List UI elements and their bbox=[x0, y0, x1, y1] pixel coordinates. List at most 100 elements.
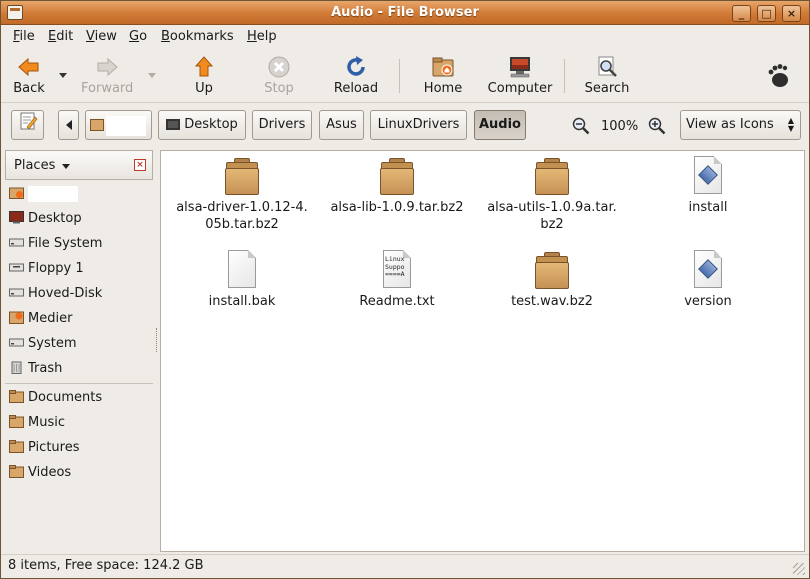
home-button[interactable]: Home bbox=[419, 55, 467, 101]
file-item[interactable]: install.bak bbox=[167, 245, 317, 310]
place-floppy[interactable]: Floppy 1 bbox=[7, 258, 151, 280]
script-file-icon bbox=[690, 156, 726, 196]
path-button-drivers[interactable]: Drivers bbox=[252, 110, 312, 140]
file-item[interactable]: Linux Suppo ====A Readme.txt bbox=[322, 245, 472, 310]
zoom-in-icon bbox=[648, 117, 666, 135]
back-history-dropdown[interactable] bbox=[59, 73, 67, 78]
search-button[interactable]: Search bbox=[583, 55, 631, 101]
place-system[interactable]: System bbox=[7, 333, 151, 355]
title-bar[interactable]: Audio - File Browser _ □ × bbox=[1, 1, 809, 25]
archive-folder-icon bbox=[224, 156, 260, 196]
icon-view[interactable]: alsa-driver-1.0.12-4. 05b.tar.bz2 alsa-l… bbox=[160, 150, 805, 552]
menu-bookmarks[interactable]: Bookmarks bbox=[161, 29, 234, 44]
bookmark-music[interactable]: Music bbox=[7, 412, 151, 434]
computer-icon bbox=[508, 55, 532, 79]
zoom-out-button[interactable] bbox=[572, 117, 590, 135]
side-pane: Places × Desktop File System Floppy 1 Ho… bbox=[5, 150, 155, 552]
bookmark-documents[interactable]: Documents bbox=[7, 387, 151, 409]
back-button[interactable]: Back bbox=[9, 55, 49, 101]
status-bar: 8 items, Free space: 124.2 GB bbox=[1, 554, 809, 578]
path-scroll-left-button[interactable] bbox=[58, 110, 79, 140]
path-button-audio[interactable]: Audio bbox=[474, 110, 526, 140]
close-pane-icon[interactable]: × bbox=[134, 159, 146, 171]
chevron-left-icon bbox=[65, 119, 72, 130]
folder-icon bbox=[9, 465, 24, 478]
text-preview: Linux Suppo ====A bbox=[385, 255, 405, 278]
desktop-icon bbox=[9, 211, 24, 224]
menu-view[interactable]: View bbox=[86, 29, 117, 44]
toolbar-separator bbox=[399, 59, 400, 93]
trash-icon bbox=[9, 361, 24, 374]
reload-button[interactable]: Reload bbox=[331, 55, 381, 101]
places-header[interactable]: Places × bbox=[5, 150, 153, 180]
file-item[interactable]: alsa-driver-1.0.12-4. 05b.tar.bz2 bbox=[167, 151, 317, 233]
place-desktop[interactable]: Desktop bbox=[7, 208, 151, 230]
path-button-linuxdrivers[interactable]: LinuxDrivers bbox=[370, 110, 467, 140]
forward-button[interactable]: Forward bbox=[81, 55, 133, 101]
menu-go[interactable]: Go bbox=[129, 29, 147, 44]
up-button[interactable]: Up bbox=[187, 55, 221, 101]
menu-file[interactable]: File bbox=[13, 29, 35, 44]
zoom-level[interactable]: 100% bbox=[601, 119, 638, 134]
zoom-out-icon bbox=[572, 117, 590, 135]
script-file-icon bbox=[690, 250, 726, 290]
toolbar-separator-2 bbox=[564, 59, 565, 93]
file-item[interactable]: version bbox=[633, 245, 783, 310]
menu-bar: File Edit View Go Bookmarks Help bbox=[1, 25, 809, 49]
drive-icon bbox=[9, 236, 24, 249]
file-item[interactable]: install bbox=[633, 151, 783, 216]
stop-icon bbox=[267, 55, 291, 79]
place-trash[interactable]: Trash bbox=[7, 358, 151, 380]
redacted-home-label bbox=[106, 116, 146, 136]
file-item[interactable]: alsa-utils-1.0.9a.tar. bz2 bbox=[477, 151, 627, 233]
places-separator bbox=[5, 383, 153, 384]
forward-arrow-icon bbox=[95, 55, 119, 79]
archive-folder-icon bbox=[534, 156, 570, 196]
path-button-home[interactable] bbox=[85, 110, 152, 140]
text-file-icon: Linux Suppo ====A bbox=[379, 250, 415, 290]
close-button[interactable]: × bbox=[782, 5, 801, 22]
toggle-location-entry-button[interactable] bbox=[11, 110, 44, 140]
minimize-button[interactable]: _ bbox=[732, 5, 751, 22]
maximize-button[interactable]: □ bbox=[757, 5, 776, 22]
folder-icon bbox=[9, 415, 24, 428]
window-title: Audio - File Browser bbox=[331, 5, 479, 20]
path-button-asus[interactable]: Asus bbox=[319, 110, 364, 140]
resize-grip[interactable] bbox=[793, 563, 805, 575]
spin-arrows-icon: ▲ ▼ bbox=[787, 116, 794, 133]
archive-folder-icon bbox=[534, 250, 570, 290]
desktop-icon bbox=[166, 119, 181, 130]
home-folder-icon bbox=[431, 55, 455, 79]
chevron-down-icon bbox=[62, 164, 70, 169]
file-item[interactable]: alsa-lib-1.0.9.tar.bz2 bbox=[322, 151, 472, 216]
forward-history-dropdown[interactable] bbox=[148, 73, 156, 78]
menu-edit[interactable]: Edit bbox=[48, 29, 73, 44]
location-bar: Desktop Drivers Asus LinuxDrivers Audio … bbox=[1, 104, 809, 146]
drive-icon bbox=[9, 286, 24, 299]
stop-button[interactable]: Stop bbox=[259, 55, 299, 101]
bookmark-videos[interactable]: Videos bbox=[7, 462, 151, 484]
place-home[interactable] bbox=[7, 183, 151, 205]
edit-location-icon bbox=[18, 111, 38, 142]
zoom-in-button[interactable] bbox=[648, 117, 666, 135]
place-file-system[interactable]: File System bbox=[7, 233, 151, 255]
pane-splitter[interactable] bbox=[155, 150, 159, 552]
floppy-icon bbox=[9, 261, 24, 274]
menu-help[interactable]: Help bbox=[247, 29, 277, 44]
place-hoved-disk[interactable]: Hoved-Disk bbox=[7, 283, 151, 305]
computer-button[interactable]: Computer bbox=[485, 55, 555, 101]
view-mode-select[interactable]: View as Icons ▲ ▼ bbox=[680, 110, 801, 140]
file-item[interactable]: test.wav.bz2 bbox=[477, 245, 627, 310]
up-arrow-icon bbox=[192, 55, 216, 79]
home-folder-icon bbox=[9, 186, 24, 199]
path-button-desktop[interactable]: Desktop bbox=[158, 110, 246, 140]
drive-icon bbox=[9, 336, 24, 349]
status-text: 8 items, Free space: 124.2 GB bbox=[8, 558, 204, 573]
bookmark-pictures[interactable]: Pictures bbox=[7, 437, 151, 459]
media-icon bbox=[9, 311, 24, 324]
folder-icon bbox=[9, 390, 24, 403]
archive-folder-icon bbox=[379, 156, 415, 196]
gnome-foot-icon bbox=[767, 63, 791, 89]
reload-icon bbox=[344, 55, 368, 79]
place-medier[interactable]: Medier bbox=[7, 308, 151, 330]
